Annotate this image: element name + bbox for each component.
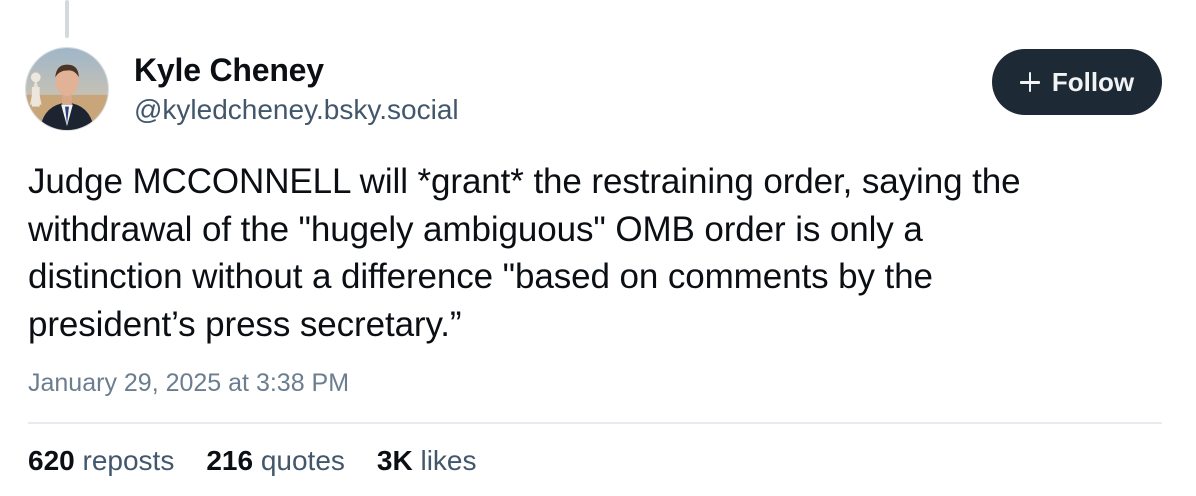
reposts-label: reposts: [82, 445, 175, 476]
likes-label: likes: [420, 445, 477, 476]
quotes-stat[interactable]: 216 quotes: [206, 445, 345, 477]
follow-button-label: Follow: [1051, 66, 1135, 97]
likes-count: 3K: [376, 445, 413, 476]
follow-button[interactable]: Follow: [992, 49, 1162, 115]
quotes-label: quotes: [260, 445, 345, 476]
post-timestamp[interactable]: January 29, 2025 at 3:38 PM: [28, 369, 349, 398]
reposts-stat[interactable]: 620 reposts: [28, 445, 174, 477]
thread-connector-line: [65, 0, 69, 38]
quotes-count: 216: [206, 445, 254, 476]
author-handle[interactable]: @kyledcheney.bsky.social: [134, 94, 459, 126]
divider: [28, 422, 1162, 424]
post-stats: 620 reposts 216 quotes 3K likes: [28, 445, 477, 477]
post-text: Judge MCCONNELL will *grant* the restrai…: [28, 162, 1021, 344]
reposts-count: 620: [28, 445, 75, 476]
plus-icon: [1019, 72, 1040, 92]
author-name[interactable]: Kyle Cheney: [134, 52, 324, 89]
likes-stat[interactable]: 3K likes: [377, 445, 477, 477]
author-avatar[interactable]: [25, 47, 109, 131]
avatar-photo-icon: [26, 48, 108, 130]
